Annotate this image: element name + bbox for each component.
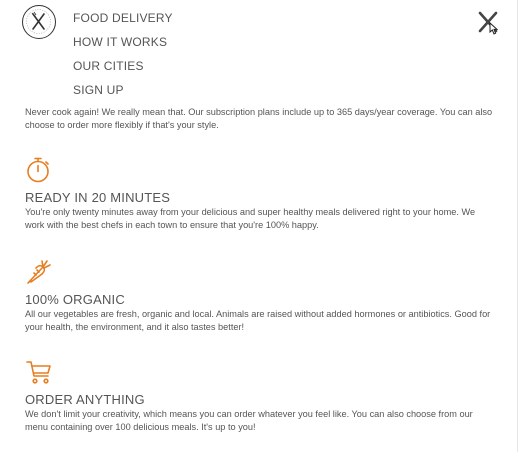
nav-item-our-cities[interactable]: OUR CITIES bbox=[73, 57, 173, 81]
feature-title: ORDER ANYTHING bbox=[25, 392, 145, 407]
feature-subscription: Never cook again! We really mean that. O… bbox=[25, 106, 495, 132]
feature-description: Never cook again! We really mean that. O… bbox=[25, 107, 493, 130]
feature-description: All our vegetables are fresh, organic an… bbox=[25, 309, 491, 332]
cart-icon bbox=[26, 361, 51, 384]
carrot-icon bbox=[27, 260, 51, 284]
feature-order-anything: ORDER ANYTHING We don't limit your creat… bbox=[25, 358, 495, 434]
close-icon bbox=[478, 11, 499, 35]
nav-item-sign-up[interactable]: SIGN UP bbox=[73, 81, 173, 105]
feature-ready-20-minutes: READY IN 20 MINUTES You're only twenty m… bbox=[25, 156, 495, 232]
feature-description: We don't limit your creativity, which me… bbox=[25, 409, 473, 432]
feature-title: READY IN 20 MINUTES bbox=[25, 190, 171, 205]
mobile-nav-overlay: FOOD DELIVERY HOW IT WORKS OUR CITIES SI… bbox=[0, 0, 518, 103]
fork-knife-icon bbox=[26, 9, 51, 34]
page: FOOD DELIVERY HOW IT WORKS OUR CITIES SI… bbox=[0, 0, 518, 452]
nav-item-food-delivery[interactable]: FOOD DELIVERY bbox=[73, 9, 173, 33]
stopwatch-icon bbox=[27, 157, 49, 183]
feature-title: 100% ORGANIC bbox=[25, 292, 125, 307]
close-menu-button[interactable] bbox=[476, 10, 502, 36]
nav-item-how-it-works[interactable]: HOW IT WORKS bbox=[73, 33, 173, 57]
feature-organic: 100% ORGANIC All our vegetables are fres… bbox=[25, 258, 495, 334]
feature-description: You're only twenty minutes away from you… bbox=[25, 207, 476, 230]
nav-menu: FOOD DELIVERY HOW IT WORKS OUR CITIES SI… bbox=[73, 9, 173, 105]
logo[interactable] bbox=[22, 5, 56, 39]
